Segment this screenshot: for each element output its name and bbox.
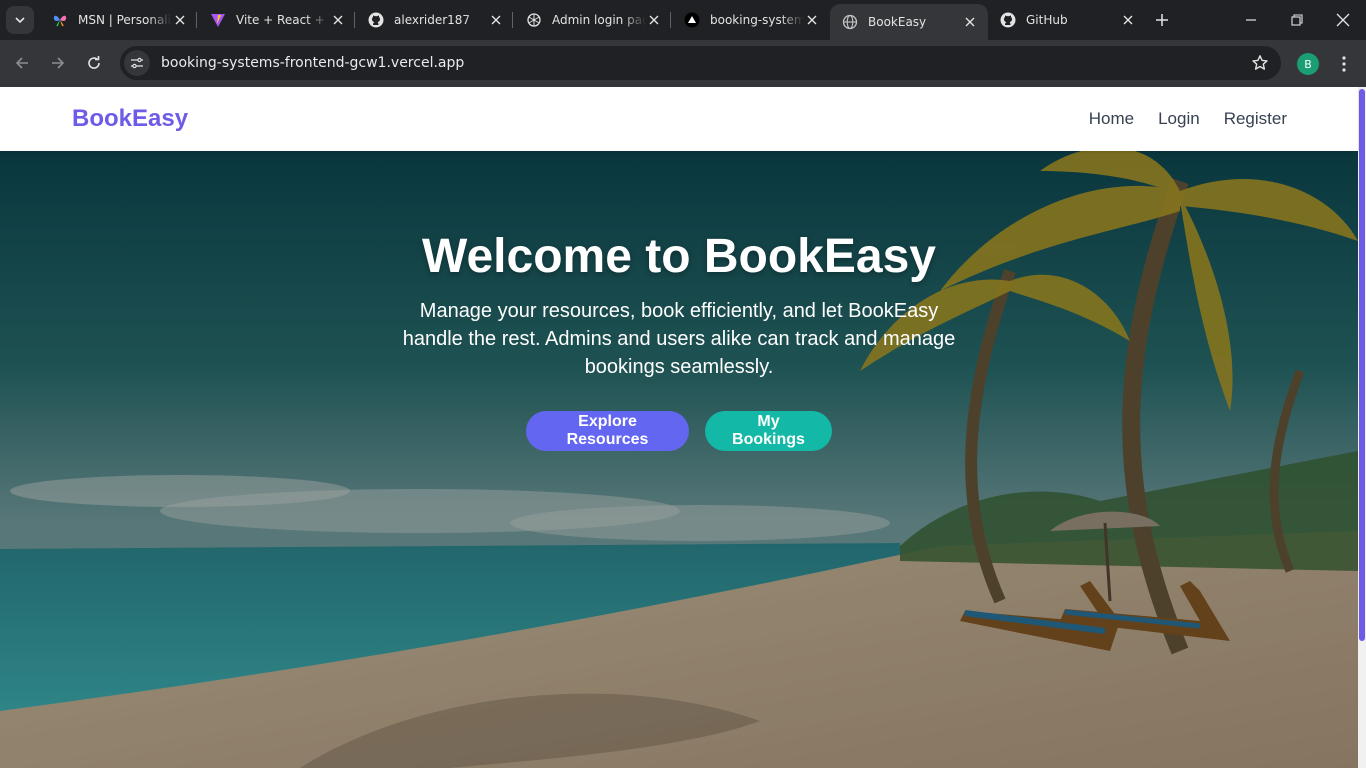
tab-title: Vite + React + TS xyxy=(236,13,330,27)
tab-title: Admin login page xyxy=(552,13,646,27)
globe-icon xyxy=(842,14,858,30)
nav-link-register[interactable]: Register xyxy=(1224,109,1287,129)
hero-subtitle: Manage your resources, book efficiently,… xyxy=(402,300,956,378)
tab-strip: MSN | Personalized News Vite + React + T… xyxy=(0,0,1366,40)
hero-section: Welcome to BookEasy Manage your resource… xyxy=(0,151,1358,768)
close-icon[interactable] xyxy=(1120,12,1136,28)
back-button[interactable] xyxy=(7,48,37,78)
plus-icon xyxy=(1156,14,1168,26)
github-icon xyxy=(1000,12,1016,28)
tab-vite[interactable]: Vite + React + TS xyxy=(198,4,356,36)
browser-toolbar: booking-systems-frontend-gcw1.vercel.app… xyxy=(0,40,1366,87)
tab-separator xyxy=(196,12,197,28)
bookmark-star-icon[interactable] xyxy=(1251,54,1269,76)
vite-icon xyxy=(210,12,226,28)
hero-title: Welcome to BookEasy xyxy=(422,230,936,283)
my-bookings-button[interactable]: My Bookings xyxy=(705,411,832,451)
explore-resources-button[interactable]: Explore Resources xyxy=(526,411,689,451)
new-tab-button[interactable] xyxy=(1148,6,1176,34)
nav-links: Home Login Register xyxy=(1089,109,1287,129)
close-icon[interactable] xyxy=(804,12,820,28)
tab-admin-login[interactable]: Admin login page xyxy=(514,4,672,36)
page-viewport: BookEasy Home Login Register Welcome to … xyxy=(0,87,1366,768)
page-scrollbar[interactable] xyxy=(1358,87,1366,768)
brand-logo[interactable]: BookEasy xyxy=(72,105,188,133)
close-icon xyxy=(1336,13,1350,27)
close-window-button[interactable] xyxy=(1320,0,1366,40)
tab-bookeasy[interactable]: BookEasy xyxy=(830,4,988,40)
forward-button[interactable] xyxy=(43,48,73,78)
close-icon[interactable] xyxy=(488,12,504,28)
url-text[interactable]: booking-systems-frontend-gcw1.vercel.app xyxy=(161,55,464,71)
tab-title: alexrider187 xyxy=(394,13,471,27)
tab-github[interactable]: GitHub xyxy=(988,4,1146,36)
nav-link-home[interactable]: Home xyxy=(1089,109,1134,129)
github-icon xyxy=(368,12,384,28)
close-icon[interactable] xyxy=(172,12,188,28)
address-bar[interactable]: booking-systems-frontend-gcw1.vercel.app xyxy=(120,46,1281,80)
minimize-icon xyxy=(1246,19,1256,21)
tab-search-button[interactable] xyxy=(6,6,34,34)
tab-separator xyxy=(354,12,355,28)
tab-github-profile[interactable]: alexrider187 xyxy=(356,4,514,36)
close-icon[interactable] xyxy=(962,14,978,30)
hero-actions: Explore Resources My Bookings xyxy=(0,411,1358,451)
reload-button[interactable] xyxy=(79,48,109,78)
tab-vercel[interactable]: booking-systems-frontend xyxy=(672,4,830,36)
profile-avatar[interactable]: B xyxy=(1297,53,1319,75)
more-menu-icon[interactable] xyxy=(1334,52,1354,76)
arrow-right-icon xyxy=(52,57,65,69)
restore-icon xyxy=(1291,14,1303,26)
chevron-down-icon xyxy=(15,17,25,24)
minimize-button[interactable] xyxy=(1228,0,1274,40)
tab-title: MSN | Personalized News xyxy=(78,13,172,27)
tab-msn[interactable]: MSN | Personalized News xyxy=(40,4,198,36)
tab-title: booking-systems-frontend xyxy=(710,13,804,27)
close-icon[interactable] xyxy=(646,12,662,28)
close-icon[interactable] xyxy=(330,12,346,28)
tab-title: GitHub xyxy=(1026,13,1068,27)
restore-button[interactable] xyxy=(1274,0,1320,40)
arrow-left-icon xyxy=(15,57,28,69)
tab-title: BookEasy xyxy=(868,15,927,29)
site-info-icon[interactable] xyxy=(124,50,150,76)
msn-butterfly-icon xyxy=(52,12,68,28)
openai-icon xyxy=(526,12,542,28)
vercel-icon xyxy=(684,12,700,28)
site-navbar: BookEasy Home Login Register xyxy=(0,87,1358,151)
reload-icon xyxy=(88,56,100,69)
scrollbar-thumb[interactable] xyxy=(1359,89,1365,641)
tab-separator xyxy=(670,12,671,28)
nav-link-login[interactable]: Login xyxy=(1158,109,1200,129)
tab-separator xyxy=(512,12,513,28)
